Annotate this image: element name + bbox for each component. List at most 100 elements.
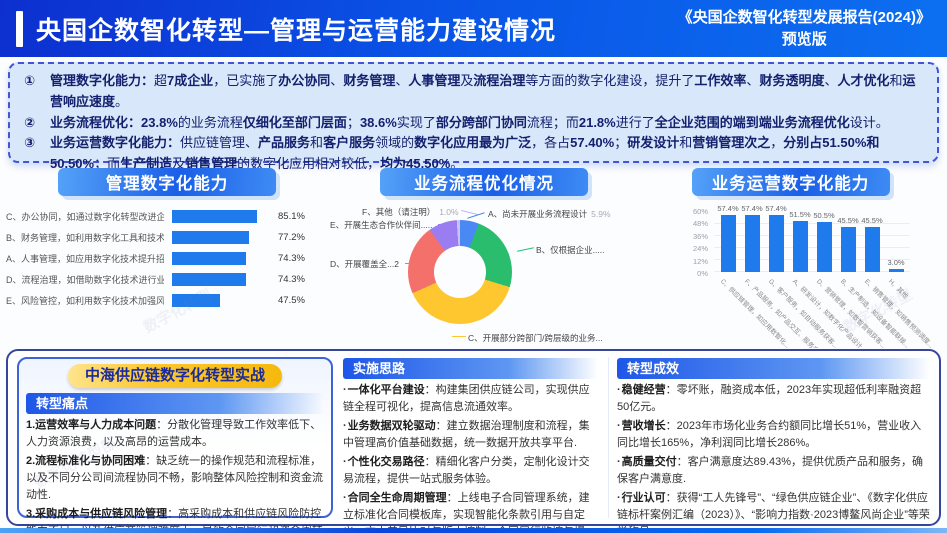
hbar-category-label: D、流程治理，如借助数字化技术进行业务流...	[6, 273, 164, 286]
title-accent-bar	[16, 11, 23, 47]
summary-number: ③	[24, 133, 35, 154]
summary-segment: 、	[395, 73, 408, 88]
summary-segment: 工作效率	[694, 73, 746, 88]
hbar-category-label: C、办公协同，如通过数字化转型改进企业内...	[6, 210, 164, 223]
hbar-fill	[172, 231, 249, 244]
results-column: 转型成效 稳健经营：零坏账，融资成本低，2023年实现超低利率融资超50亿元。营…	[608, 357, 930, 518]
vbar-fill	[769, 215, 784, 272]
summary-segment: 、	[330, 73, 343, 88]
watermark: 数字化转型部	[0, 250, 2, 340]
report-title-line: 《央国企数智化转型发展报告(2024)》	[678, 7, 931, 29]
summary-segment: 仅细化至部门层面	[243, 115, 347, 130]
summary-segment: 管理数字化能力：	[50, 73, 154, 88]
summary-segment: 超	[154, 73, 167, 88]
report-reference: 《央国企数智化转型发展报告(2024)》 预览版	[678, 7, 931, 51]
hbar-fill	[172, 294, 220, 307]
summary-text: 业务流程优化：23.8%的业务流程仅细化至部门层面；38.6%实现了部分跨部门协…	[50, 115, 889, 130]
case-study-row: 中海供应链数字化转型实战 转型痛点 1.运营效率与人力成本问题：分散化管理导致工…	[6, 349, 941, 526]
summary-segment: 领域的	[375, 135, 414, 150]
summary-list: ①管理数字化能力：超7成企业，已实施了办公协同、财务管理、人事管理及流程治理等方…	[24, 71, 923, 175]
case-item-lead: 个性化交易路径	[348, 456, 425, 468]
page-header: 央国企数智化转型—管理与运营能力建设情况 《央国企数智化转型发展报告(2024)…	[0, 0, 947, 57]
hbar-value-label: 85.1%	[278, 211, 305, 222]
summary-segment: 流程；而	[527, 115, 579, 130]
summary-segment: 、	[746, 73, 759, 88]
hbar-value-label: 74.3%	[278, 253, 305, 264]
donut-area: F、其他（请注明）1.0% E、开展生态合作伙伴间..... A、尚未开展业务流…	[328, 206, 640, 346]
case-card: 中海供应链数字化转型实战 转型痛点 1.运营效率与人力成本问题：分散化管理导致工…	[17, 357, 333, 518]
case-item: 2.流程标准化与协同困难：缺乏统一的操作规范和流程标准，以及不同分公司间流程协同…	[26, 453, 324, 504]
hbar-row: C、办公协同，如通过数字化转型改进企业内... 85.1%	[6, 206, 328, 227]
case-item-lead: 合同全生命周期管理	[348, 492, 447, 504]
vbar-y-axis: 60%48%36%24%12%0%	[672, 207, 708, 278]
summary-number: ②	[24, 113, 35, 134]
page-title: 央国企数智化转型—管理与运营能力建设情况	[36, 11, 556, 47]
hbar-category-label: A、人事管理，如应用数字化技术提升招聘、...	[6, 252, 164, 265]
case-item: 个性化交易路径：精细化客户分类，定制化设计交易流程，提供一站式服务体验。	[343, 454, 598, 488]
summary-segment: 数字化应用最为广泛	[414, 135, 531, 150]
hbar-category-label: B、财务管理，如利用数字化工具和技术优化...	[6, 231, 164, 244]
hbar-fill	[172, 210, 257, 223]
case-item: 高质量交付：客户满意度达89.43%，提供优质产品和服务，确保客户满意度.	[617, 454, 930, 488]
vbar-slot: 45.5%	[836, 212, 860, 272]
vbar-area: 60%48%36%24%12%0% 57.4%57.4%57.4%51.5%50…	[640, 206, 941, 348]
vbar-plot: 57.4%57.4%57.4%51.5%50.5%45.5%45.5%3.0%	[714, 212, 910, 272]
summary-segment: 业务流程优化：	[50, 115, 141, 130]
hbar-track	[172, 273, 272, 286]
vbar-slot: 57.4%	[740, 212, 764, 272]
case-item: 合同全生命周期管理：上线电子合同管理系统，建立标准化合同模板库，实现智能化条款引…	[343, 490, 598, 533]
summary-segment: 21.8%	[579, 115, 616, 130]
hbar-row: D、流程治理，如借助数字化技术进行业务流...74.3%	[6, 269, 328, 290]
case-item-lead: 2.流程标准化与协同困难	[26, 455, 145, 467]
chart-process-panel: 业务流程优化情况 F、其他（请注明）1.0% E、开展生态合作伙伴间..... …	[328, 166, 640, 346]
summary-segment: 进行了	[616, 115, 655, 130]
vbar-y-tick: 60%	[693, 207, 708, 216]
pie-label-cross-department: C、开展部分跨部门/跨层级的业务...	[468, 332, 607, 344]
section-banner-pain-points: 转型痛点	[26, 393, 324, 414]
vbar-value-label: 57.4%	[717, 204, 738, 213]
hbar-fill	[172, 252, 246, 265]
case-item-lead: 稳健经营	[622, 384, 666, 396]
chart-title-process: 业务流程优化情况	[380, 168, 588, 196]
case-item: 行业认可：获得“工人先锋号”、“绿色供应链企业”、《数字化供应链标杆案例汇编（2…	[617, 490, 930, 533]
hbar-row: B、财务管理，如利用数字化工具和技术优化... 77.2%	[6, 227, 328, 248]
chart-operation-panel: 业务运营数字化能力 60%48%36%24%12%0% 57.4%57.4%57…	[640, 166, 941, 346]
case-item: 稳健经营：零坏账，融资成本低，2023年实现超低利率融资超50亿元。	[617, 382, 930, 416]
summary-segment: 和	[679, 135, 692, 150]
summary-segment: 57.40%	[570, 135, 614, 150]
vbar-slot: 57.4%	[764, 212, 788, 272]
summary-number: ①	[24, 71, 35, 92]
vbar-y-tick: 12%	[693, 257, 708, 266]
hbar-track	[172, 252, 272, 265]
vbar-value-label: 45.5%	[837, 216, 858, 225]
summary-segment: 办公协同	[278, 73, 330, 88]
summary-segment: 的业务流程	[178, 115, 243, 130]
case-item: 一体化平台建设：构建集团供应链公司，实现供应链全程可视化，提高信息流通效率。	[343, 382, 598, 416]
summary-segment: 流程治理	[473, 73, 525, 88]
vbar-fill	[721, 215, 736, 272]
summary-segment: ，	[770, 135, 783, 150]
summary-segment: 设计。	[850, 115, 889, 130]
summary-segment: ；	[347, 115, 360, 130]
vbar-fill	[841, 227, 856, 273]
vbar-value-label: 3.0%	[887, 258, 904, 267]
summary-segment: 供应链管理、	[180, 135, 258, 150]
summary-segment: 7成企业	[167, 73, 213, 88]
summary-segment: 及	[460, 73, 473, 88]
bottom-strip	[0, 528, 947, 533]
vbar-slot: 50.5%	[812, 212, 836, 272]
vbar-fill	[865, 227, 880, 273]
case-item-lead: 3.采购成本与供应链风险管理	[26, 508, 167, 520]
summary-segment: 人才优化	[837, 73, 889, 88]
summary-line: ② 业务流程优化：23.8%的业务流程仅细化至部门层面；38.6%实现了部分跨部门…	[24, 113, 923, 134]
case-item-lead: 一体化平台建设	[348, 384, 425, 396]
pie-label-other: F、其他（请注明）1.0%	[362, 206, 459, 218]
vbar-y-tick: 0%	[697, 269, 708, 278]
vbar-value-label: 57.4%	[765, 204, 786, 213]
results-items: 稳健经营：零坏账，融资成本低，2023年实现超低利率融资超50亿元。营收增长：2…	[617, 382, 930, 533]
vbar-fill	[793, 221, 808, 273]
vbar-fill	[889, 269, 904, 272]
vbar-slot: 45.5%	[860, 212, 884, 272]
vbar-value-label: 57.4%	[741, 204, 762, 213]
hbar-value-label: 77.2%	[278, 232, 305, 243]
